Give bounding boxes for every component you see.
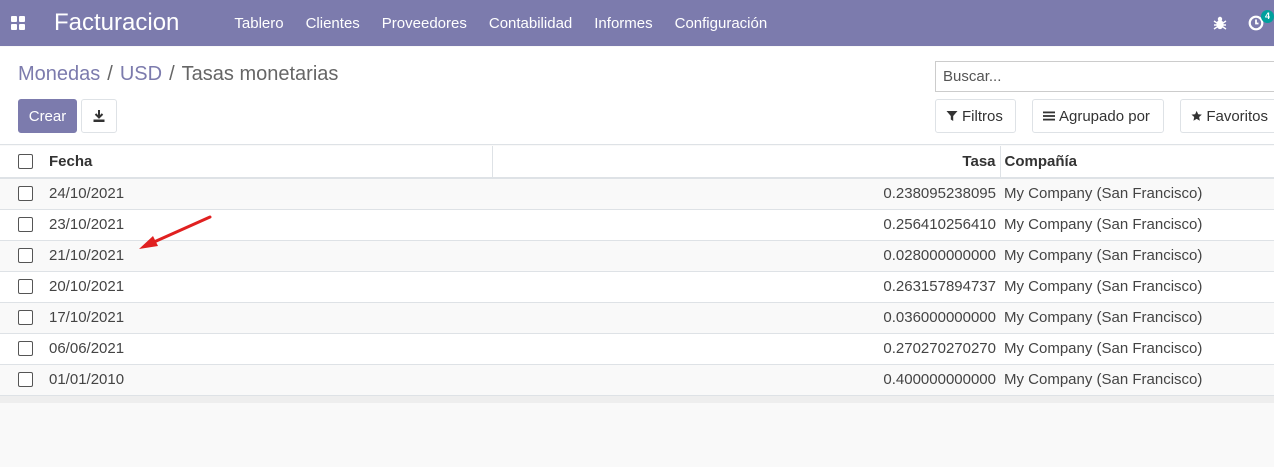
breadcrumb-separator: / <box>107 63 113 85</box>
row-fecha: 01/01/2010 <box>45 363 492 395</box>
menu-item-informes[interactable]: Informes <box>583 0 663 46</box>
navbar-systray: 4 <box>1202 0 1274 46</box>
activity-clock-icon[interactable]: 4 <box>1238 0 1274 46</box>
row-select-cell <box>0 208 45 240</box>
row-select-cell <box>0 363 45 395</box>
row-tasa: 0.028000000000 <box>492 239 1000 271</box>
search-input[interactable] <box>935 61 1274 92</box>
table-row[interactable]: 21/10/2021 0.028000000000 My Company (Sa… <box>0 239 1274 271</box>
row-checkbox[interactable] <box>18 341 33 356</box>
row-company: My Company (San Francisco) <box>1000 301 1274 333</box>
download-button[interactable] <box>81 99 117 133</box>
group-by-label: Agrupado por <box>1059 107 1150 125</box>
table-footer <box>0 394 1274 403</box>
row-checkbox[interactable] <box>18 310 33 325</box>
row-fecha: 17/10/2021 <box>45 301 492 333</box>
row-company: My Company (San Francisco) <box>1000 363 1274 395</box>
app-brand[interactable]: Facturacion <box>54 9 179 37</box>
row-company: My Company (San Francisco) <box>1000 270 1274 302</box>
activity-count-badge: 4 <box>1261 10 1274 23</box>
row-tasa: 0.400000000000 <box>492 363 1000 395</box>
row-select-cell <box>0 239 45 271</box>
row-checkbox[interactable] <box>18 248 33 263</box>
filters-button[interactable]: Filtros <box>935 99 1016 133</box>
breadcrumb-separator: / <box>169 63 175 85</box>
table-footer-cell <box>0 394 1274 403</box>
row-fecha: 23/10/2021 <box>45 208 492 240</box>
table-row[interactable]: 23/10/2021 0.256410256410 My Company (Sa… <box>0 208 1274 240</box>
table-header-row: Fecha Tasa Compañía <box>0 146 1274 179</box>
bars-icon <box>1043 111 1055 121</box>
table-row[interactable]: 24/10/2021 0.238095238095 My Company (Sa… <box>0 177 1274 209</box>
row-company: My Company (San Francisco) <box>1000 239 1274 271</box>
breadcrumb-current: Tasas monetarias <box>181 63 339 85</box>
breadcrumb: Monedas / USD / Tasas monetarias <box>18 63 338 86</box>
control-panel: Monedas / USD / Tasas monetarias Crear Filtr… <box>0 47 1274 145</box>
menu-item-contabilidad[interactable]: Contabilidad <box>478 0 583 46</box>
debug-bug-icon[interactable] <box>1202 0 1238 46</box>
row-fecha: 20/10/2021 <box>45 270 492 302</box>
row-checkbox[interactable] <box>18 279 33 294</box>
row-tasa: 0.036000000000 <box>492 301 1000 333</box>
row-select-cell <box>0 270 45 302</box>
row-select-cell <box>0 177 45 209</box>
apps-menu-icon[interactable] <box>0 0 36 46</box>
rates-table: Fecha Tasa Compañía 24/10/2021 0.2380952… <box>0 146 1274 403</box>
group-by-button[interactable]: Agrupado por <box>1032 99 1164 133</box>
column-header-company[interactable]: Compañía <box>1000 146 1274 179</box>
column-header-tasa[interactable]: Tasa <box>492 146 1001 179</box>
top-navbar: Facturacion Tablero Clientes Proveedores… <box>0 0 1274 46</box>
row-company: My Company (San Francisco) <box>1000 177 1274 209</box>
table-row[interactable]: 20/10/2021 0.263157894737 My Company (Sa… <box>0 270 1274 302</box>
breadcrumb-monedas[interactable]: Monedas <box>18 63 100 85</box>
menu-item-configuracion[interactable]: Configuración <box>664 0 779 46</box>
row-company: My Company (San Francisco) <box>1000 208 1274 240</box>
download-icon <box>93 110 105 122</box>
filter-icon <box>946 111 958 121</box>
row-tasa: 0.263157894737 <box>492 270 1000 302</box>
menu-item-tablero[interactable]: Tablero <box>223 0 294 46</box>
row-select-cell <box>0 332 45 364</box>
table-row[interactable]: 01/01/2010 0.400000000000 My Company (Sa… <box>0 363 1274 395</box>
row-tasa: 0.238095238095 <box>492 177 1000 209</box>
row-fecha: 06/06/2021 <box>45 332 492 364</box>
row-fecha: 21/10/2021 <box>45 239 492 271</box>
table-row[interactable]: 17/10/2021 0.036000000000 My Company (Sa… <box>0 301 1274 333</box>
favorites-label: Favoritos <box>1206 107 1268 125</box>
row-checkbox[interactable] <box>18 217 33 232</box>
star-icon <box>1191 110 1202 121</box>
menu-item-clientes[interactable]: Clientes <box>295 0 371 46</box>
row-company: My Company (San Francisco) <box>1000 332 1274 364</box>
select-all-cell <box>0 146 45 179</box>
row-tasa: 0.256410256410 <box>492 208 1000 240</box>
favorites-button[interactable]: Favoritos <box>1180 99 1274 133</box>
column-header-fecha[interactable]: Fecha <box>45 146 493 179</box>
menu-item-proveedores[interactable]: Proveedores <box>371 0 478 46</box>
row-tasa: 0.270270270270 <box>492 332 1000 364</box>
row-checkbox[interactable] <box>18 372 33 387</box>
create-button[interactable]: Crear <box>18 99 77 133</box>
row-checkbox[interactable] <box>18 186 33 202</box>
row-select-cell <box>0 301 45 333</box>
row-fecha: 24/10/2021 <box>45 177 492 209</box>
select-all-checkbox[interactable] <box>18 154 33 169</box>
table-row[interactable]: 06/06/2021 0.270270270270 My Company (Sa… <box>0 332 1274 364</box>
main-menu: Tablero Clientes Proveedores Contabilida… <box>223 0 778 46</box>
filters-label: Filtros <box>962 107 1003 125</box>
breadcrumb-usd[interactable]: USD <box>120 63 162 85</box>
